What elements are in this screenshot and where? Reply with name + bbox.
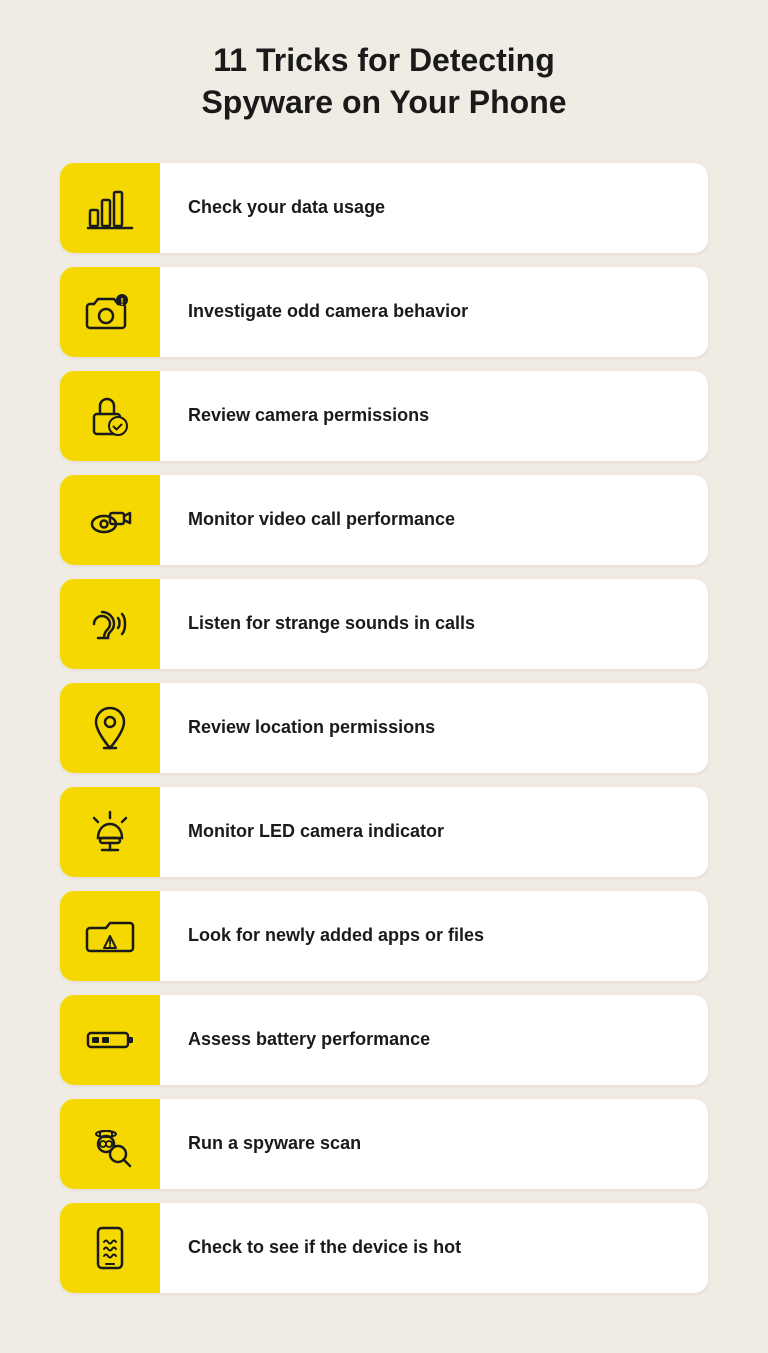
item-label: Run a spyware scan	[160, 1132, 389, 1155]
camera-behavior-icon: !	[60, 267, 160, 357]
data-usage-icon	[60, 163, 160, 253]
video-call-icon	[60, 475, 160, 565]
location-permissions-icon	[60, 683, 160, 773]
item-label: Check to see if the device is hot	[160, 1236, 489, 1259]
item-label: Listen for strange sounds in calls	[160, 612, 503, 635]
device-hot-icon	[60, 1203, 160, 1293]
item-label: Review camera permissions	[160, 404, 457, 427]
item-label: Monitor LED camera indicator	[160, 820, 472, 843]
new-apps-icon	[60, 891, 160, 981]
list-item: Monitor video call performance	[60, 475, 708, 565]
item-label: Check your data usage	[160, 196, 413, 219]
spyware-scan-icon	[60, 1099, 160, 1189]
tips-list: Check your data usage ! Investigate odd …	[60, 163, 708, 1293]
list-item: Review camera permissions	[60, 371, 708, 461]
page-title: 11 Tricks for DetectingSpyware on Your P…	[60, 40, 708, 123]
list-item: ! Investigate odd camera behavior	[60, 267, 708, 357]
svg-text:!: !	[120, 297, 123, 308]
item-label: Look for newly added apps or files	[160, 924, 512, 947]
camera-permissions-icon	[60, 371, 160, 461]
list-item: Look for newly added apps or files	[60, 891, 708, 981]
list-item: Listen for strange sounds in calls	[60, 579, 708, 669]
item-label: Investigate odd camera behavior	[160, 300, 496, 323]
list-item: Check to see if the device is hot	[60, 1203, 708, 1293]
list-item: Run a spyware scan	[60, 1099, 708, 1189]
item-label: Review location permissions	[160, 716, 463, 739]
list-item: Monitor LED camera indicator	[60, 787, 708, 877]
item-label: Assess battery performance	[160, 1028, 458, 1051]
list-item: Check your data usage	[60, 163, 708, 253]
list-item: Assess battery performance	[60, 995, 708, 1085]
strange-sounds-icon	[60, 579, 160, 669]
list-item: Review location permissions	[60, 683, 708, 773]
battery-icon	[60, 995, 160, 1085]
item-label: Monitor video call performance	[160, 508, 483, 531]
led-indicator-icon	[60, 787, 160, 877]
